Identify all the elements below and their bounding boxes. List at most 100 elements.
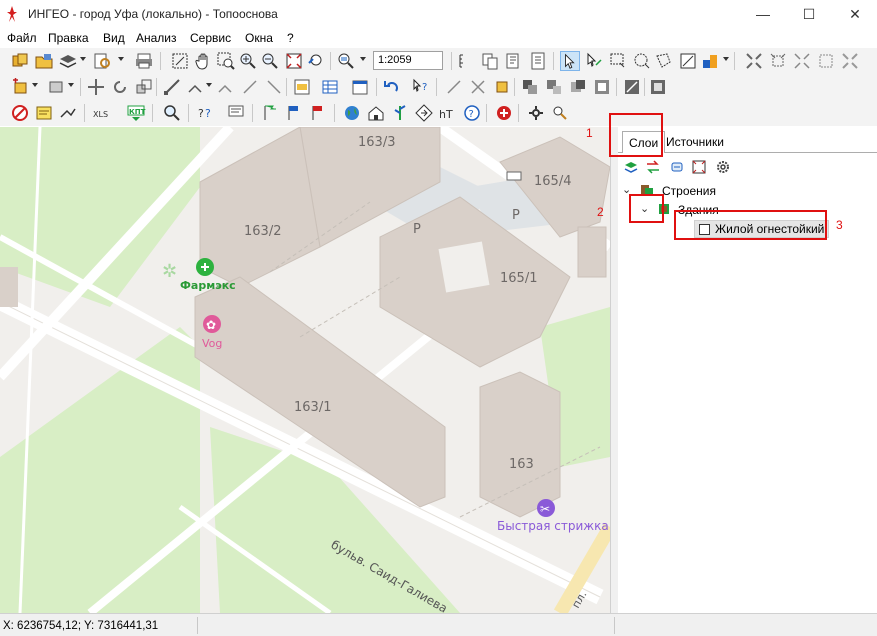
cross-icon[interactable] (468, 77, 488, 97)
scale-input[interactable]: 1:2059 (373, 51, 443, 70)
document-icon[interactable] (528, 51, 548, 71)
annotation-number-1: 1 (586, 126, 593, 140)
bring-front-icon[interactable] (568, 77, 588, 97)
flag-route-2-icon[interactable] (284, 103, 304, 123)
query-icon[interactable]: ?? (196, 103, 216, 123)
settings-tool-icon[interactable] (526, 103, 546, 123)
zoom-in-icon[interactable] (238, 51, 258, 71)
height-tool-icon[interactable]: hT (438, 103, 458, 123)
split-icon[interactable] (768, 51, 788, 71)
add-node-icon[interactable] (186, 77, 206, 97)
snap-icon[interactable] (240, 77, 260, 97)
node-edit-icon[interactable] (162, 77, 182, 97)
select-circle-icon[interactable] (632, 51, 652, 71)
fill-style-dropdown-arrow[interactable] (723, 57, 729, 61)
highlight-icon[interactable] (492, 77, 512, 97)
tab-sources[interactable]: Источники (660, 131, 730, 153)
scale-zoom-icon[interactable] (336, 51, 356, 71)
edit-object-icon[interactable] (46, 77, 66, 97)
merge-icon[interactable] (744, 51, 764, 71)
add-object-dropdown-arrow[interactable] (32, 83, 38, 87)
zoom-extent-icon[interactable] (170, 51, 190, 71)
scale-dropdown-arrow[interactable] (360, 57, 366, 61)
hatch-icon[interactable] (622, 77, 642, 97)
minimize-button[interactable]: — (740, 0, 786, 28)
select-line-icon[interactable] (678, 51, 698, 71)
find-object-icon[interactable] (550, 103, 570, 123)
select-arrow-icon[interactable] (560, 51, 580, 71)
scale-object-icon[interactable] (134, 77, 154, 97)
layer-properties-icon[interactable] (669, 159, 685, 175)
layers-dropdown-arrow[interactable] (80, 57, 86, 61)
paste-object-icon[interactable] (504, 51, 524, 71)
kpt-icon[interactable]: КПТ (126, 103, 146, 123)
attribute-icon[interactable] (292, 77, 312, 97)
move-icon[interactable] (86, 77, 106, 97)
measure-icon[interactable] (58, 103, 78, 123)
frame-icon[interactable] (648, 77, 668, 97)
trim-icon[interactable] (264, 77, 284, 97)
maximize-button[interactable]: ☐ (786, 0, 832, 28)
ruler-icon[interactable] (456, 51, 476, 71)
no-entry-icon[interactable] (10, 103, 30, 123)
menu-service[interactable]: Сервис (190, 31, 231, 45)
send-back-icon[interactable] (592, 77, 612, 97)
ungroup-icon[interactable] (544, 77, 564, 97)
xls-export-icon[interactable]: XLS (92, 103, 112, 123)
menu-edit[interactable]: Правка (48, 31, 89, 45)
zoom-window-icon[interactable] (216, 51, 236, 71)
delete-node-icon[interactable] (216, 77, 236, 97)
node-dropdown-arrow[interactable] (206, 83, 212, 87)
rotate-icon[interactable] (110, 77, 130, 97)
layer-extent-icon[interactable] (691, 159, 707, 175)
edit-object-dropdown-arrow[interactable] (68, 83, 74, 87)
print-icon[interactable] (134, 51, 154, 71)
zoom-out-icon[interactable] (260, 51, 280, 71)
pan-hand-icon[interactable] (194, 51, 214, 71)
fill-style-icon[interactable] (700, 51, 720, 71)
flag-route-3-icon[interactable] (308, 103, 328, 123)
gear-icon[interactable] (715, 159, 731, 175)
select-cursor-icon[interactable] (584, 51, 604, 71)
cut-line-icon[interactable] (444, 77, 464, 97)
layer-add-icon[interactable] (623, 159, 639, 175)
menu-help[interactable]: ? (287, 31, 294, 45)
help-icon[interactable]: ? (462, 103, 482, 123)
layer-swap-icon[interactable] (645, 159, 661, 175)
note-icon[interactable] (34, 103, 54, 123)
close-button[interactable]: ✕ (832, 0, 877, 28)
preview-icon[interactable] (92, 51, 112, 71)
explode-icon[interactable] (792, 51, 812, 71)
menu-view[interactable]: Вид (103, 31, 125, 45)
table-icon[interactable] (320, 77, 340, 97)
home-icon[interactable] (366, 103, 386, 123)
menu-analysis[interactable]: Анализ (136, 31, 177, 45)
preview-dropdown-arrow[interactable] (118, 57, 124, 61)
calendar-icon[interactable] (350, 77, 370, 97)
group-icon[interactable] (520, 77, 540, 97)
tree-object-icon[interactable] (390, 103, 410, 123)
menu-file[interactable]: Файл (7, 31, 37, 45)
menu-windows[interactable]: Окна (245, 31, 273, 45)
globe-icon[interactable] (342, 103, 362, 123)
add-red-plus-icon[interactable] (494, 103, 514, 123)
undo-icon[interactable] (382, 77, 402, 97)
panel-splitter[interactable] (610, 127, 618, 613)
flag-route-icon[interactable] (260, 103, 280, 123)
full-extent-icon[interactable] (284, 51, 304, 71)
select-rectangle-icon[interactable] (608, 51, 628, 71)
zoom-previous-icon[interactable] (306, 51, 326, 71)
info-tool-icon[interactable]: ? (410, 77, 430, 97)
intersect-icon[interactable] (840, 51, 860, 71)
search-icon[interactable] (162, 103, 182, 123)
direction-icon[interactable] (414, 103, 434, 123)
report-icon[interactable] (226, 103, 246, 123)
map-view[interactable]: ✲ ✿ ✂ 163/3 165/4 163/2 165/1 163/1 163 … (0, 127, 610, 613)
layers-icon[interactable] (58, 51, 78, 71)
new-project-icon[interactable] (10, 51, 30, 71)
select-polygon-icon[interactable] (654, 51, 674, 71)
open-project-icon[interactable] (34, 51, 54, 71)
add-object-icon[interactable] (10, 77, 30, 97)
copy-object-icon[interactable] (480, 51, 500, 71)
union-icon[interactable] (816, 51, 836, 71)
